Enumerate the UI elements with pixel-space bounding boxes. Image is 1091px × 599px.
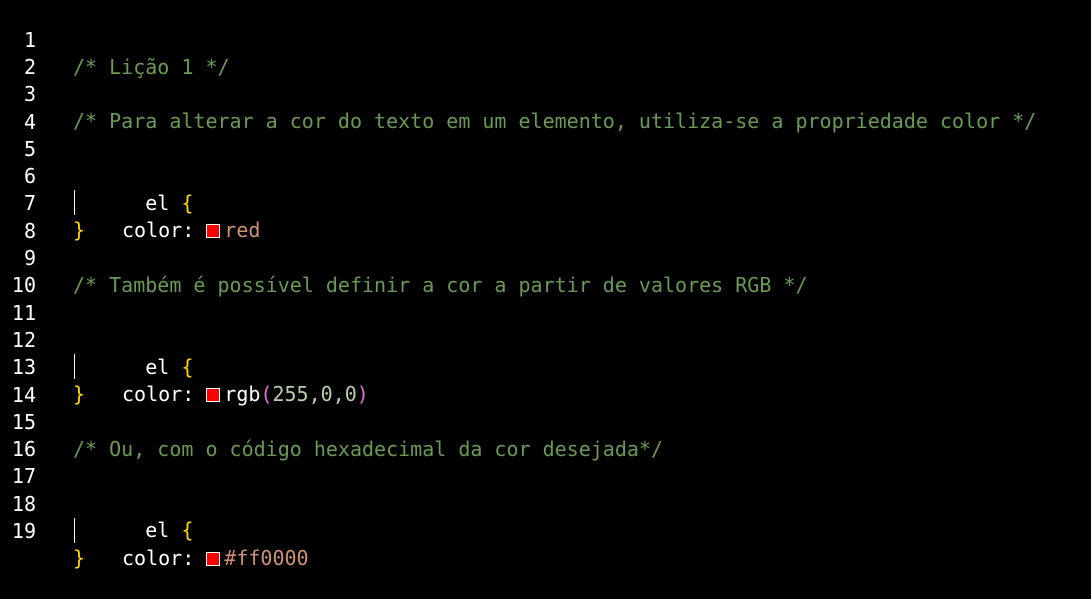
indent-guide	[74, 518, 75, 543]
css-value: #ff0000	[224, 546, 309, 570]
close-brace: }	[73, 546, 86, 570]
code-editor[interactable]: 1 /* Lição 1 */ 2 3 /* Para alterar a co…	[0, 0, 1091, 570]
code-line[interactable]: 6 color: red	[0, 136, 260, 242]
css-selector: el	[145, 355, 170, 379]
color-swatch-icon[interactable]	[206, 552, 221, 566]
color-swatch-icon[interactable]	[206, 388, 221, 402]
code-line[interactable]: 2	[0, 27, 48, 79]
code-line[interactable]: 17 el {	[0, 436, 194, 542]
code-line[interactable]: 14	[0, 355, 48, 407]
close-paren: )	[356, 382, 369, 406]
code-line[interactable]: 13 }	[0, 327, 85, 406]
css-property: color:	[122, 546, 195, 570]
code-line[interactable]: 1 /* Lição 1 */	[0, 0, 230, 79]
css-args: 255,0,0	[272, 382, 357, 406]
open-brace: {	[181, 518, 194, 542]
css-value: red	[224, 218, 261, 242]
code-line[interactable]: 7 }	[0, 163, 85, 242]
comment-text: /* Ou, com o código hexadecimal da cor d…	[73, 437, 664, 461]
code-line[interactable]: 11 el {	[0, 273, 194, 379]
code-line[interactable]: 9 /* Também é possível definir a cor a p…	[0, 218, 808, 297]
code-line[interactable]: 16	[0, 409, 48, 461]
code-line[interactable]: 12 color: rgb(255,0,0)	[0, 300, 369, 406]
code-line[interactable]: 4	[0, 82, 48, 134]
code-line[interactable]: 8	[0, 191, 48, 243]
indent-guide	[74, 354, 75, 379]
css-property: color:	[122, 218, 195, 242]
declaration: color: #ff0000	[73, 545, 309, 572]
declaration: color: rgb(255,0,0)	[73, 381, 369, 408]
code-line[interactable]: 5 el {	[0, 109, 193, 215]
css-property: color:	[122, 382, 195, 406]
code-line[interactable]: 18 color: #ff0000	[0, 464, 309, 570]
comment-text: /* Para alterar a cor do texto em um ele…	[73, 109, 1037, 133]
code-line[interactable]: 10	[0, 245, 48, 297]
comment-text: /* Também é possível definir a cor a par…	[73, 273, 808, 297]
color-swatch-icon[interactable]	[206, 224, 221, 238]
open-paren: (	[260, 382, 273, 406]
css-selector: el	[145, 191, 170, 215]
indent-guide	[74, 190, 75, 215]
code-line[interactable]: 19 }	[0, 491, 85, 570]
close-brace: }	[73, 382, 86, 406]
close-brace: }	[73, 218, 86, 242]
comment-text: /* Lição 1 */	[73, 55, 230, 79]
declaration: color: red	[73, 217, 260, 244]
code-line[interactable]: 3 /* Para alterar a cor do texto em um e…	[0, 54, 1036, 133]
open-brace: {	[181, 191, 194, 215]
code-line[interactable]: 15 /* Ou, com o código hexadecimal da co…	[0, 382, 663, 461]
css-selector: el	[145, 518, 170, 542]
line-number: 19	[11, 519, 36, 543]
css-function: rgb	[224, 382, 261, 406]
open-brace: {	[181, 355, 194, 379]
